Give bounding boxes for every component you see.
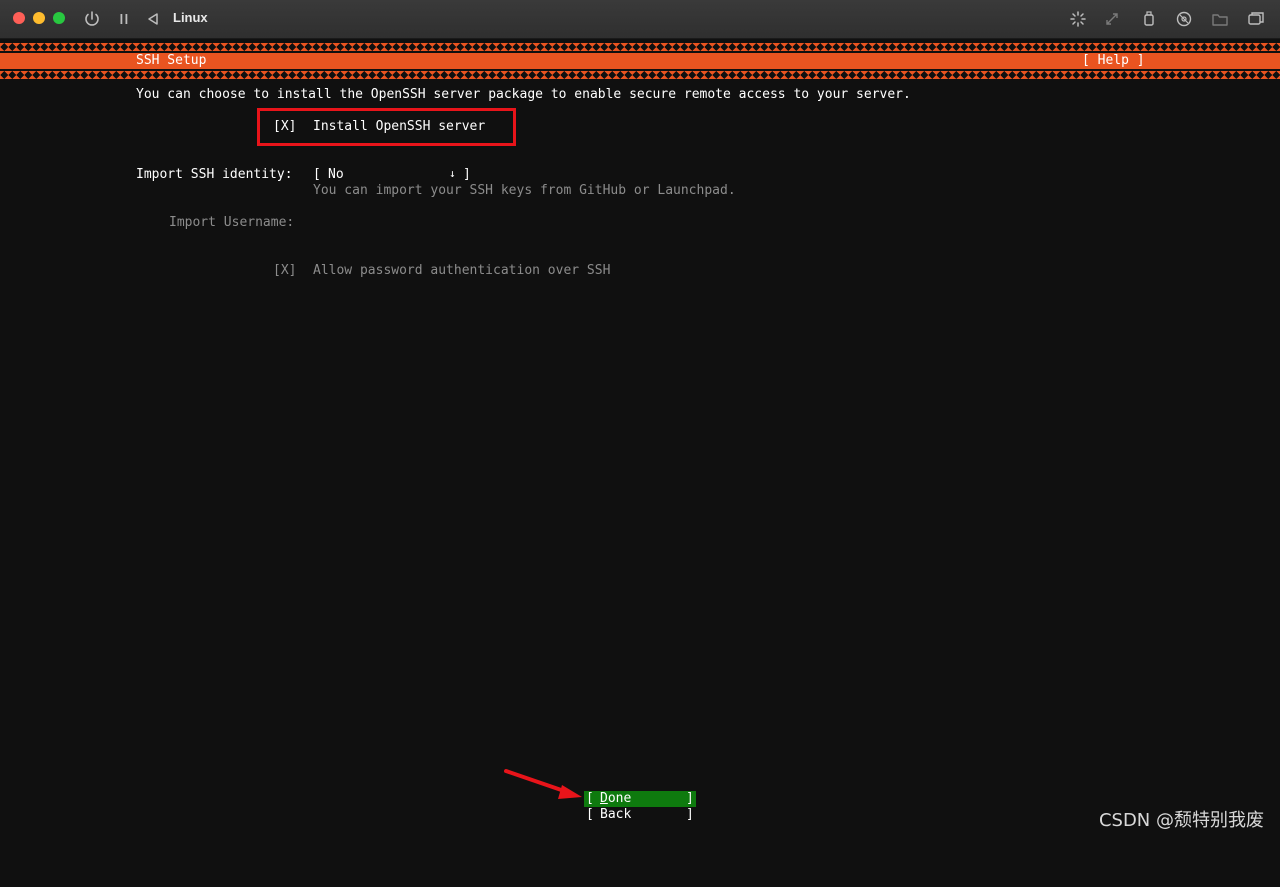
select-open-bracket: [	[313, 167, 329, 182]
done-label-rest: one	[607, 791, 632, 806]
pause-icon[interactable]	[114, 9, 134, 29]
intro-text: You can choose to install the OpenSSH se…	[136, 87, 911, 102]
help-button[interactable]: [ Help ]	[1082, 53, 1145, 69]
back-label: Back	[600, 807, 632, 822]
cd-icon[interactable]	[1174, 9, 1194, 29]
installer-screen: SSH Setup [ Help ] You can choose to ins…	[0, 39, 1280, 838]
back-icon[interactable]	[143, 9, 163, 29]
allow-password-label: Allow password authentication over SSH	[313, 263, 611, 278]
window-title: Linux	[173, 10, 208, 25]
minimize-window-button[interactable]	[33, 12, 45, 24]
done-close-bracket: ]	[686, 791, 694, 806]
close-window-button[interactable]	[13, 12, 25, 24]
zoom-window-button[interactable]	[53, 12, 65, 24]
header-stripe-top	[0, 43, 1280, 51]
install-openssh-label: Install OpenSSH server	[313, 119, 486, 134]
install-openssh-checkbox-mark[interactable]: [X]	[273, 119, 296, 135]
done-open-bracket: [	[586, 791, 594, 806]
import-ssh-help-text: You can import your SSH keys from GitHub…	[313, 183, 736, 198]
done-label: Done	[600, 791, 631, 807]
header-stripe-bottom	[0, 71, 1280, 79]
windows-icon[interactable]	[1246, 9, 1266, 29]
annotation-arrow-icon	[504, 769, 582, 799]
usb-icon[interactable]	[1139, 9, 1159, 29]
page-title: SSH Setup	[136, 53, 207, 68]
header-bar: SSH Setup [ Help ]	[0, 53, 1280, 69]
select-value: No	[328, 167, 344, 182]
brightness-icon[interactable]	[1068, 9, 1088, 29]
import-username-label: Import Username:	[169, 215, 295, 230]
folder-icon[interactable]	[1210, 9, 1230, 29]
back-open-bracket: [	[586, 807, 594, 822]
window-titlebar: Linux	[0, 0, 1280, 39]
power-icon[interactable]	[82, 9, 102, 29]
done-label-hotkey: D	[600, 791, 608, 806]
chevron-down-icon: ↓	[449, 167, 456, 180]
back-button[interactable]: [ Back ]	[584, 807, 696, 823]
resize-icon[interactable]	[1102, 9, 1122, 29]
select-close-bracket: ]	[463, 167, 471, 182]
import-ssh-identity-label: Import SSH identity:	[136, 167, 293, 182]
done-button[interactable]: [ Done ]	[584, 791, 696, 807]
allow-password-checkbox-mark[interactable]: [X]	[273, 263, 296, 279]
back-close-bracket: ]	[686, 807, 694, 822]
watermark: CSDN @颓特别我废	[1098, 810, 1264, 831]
